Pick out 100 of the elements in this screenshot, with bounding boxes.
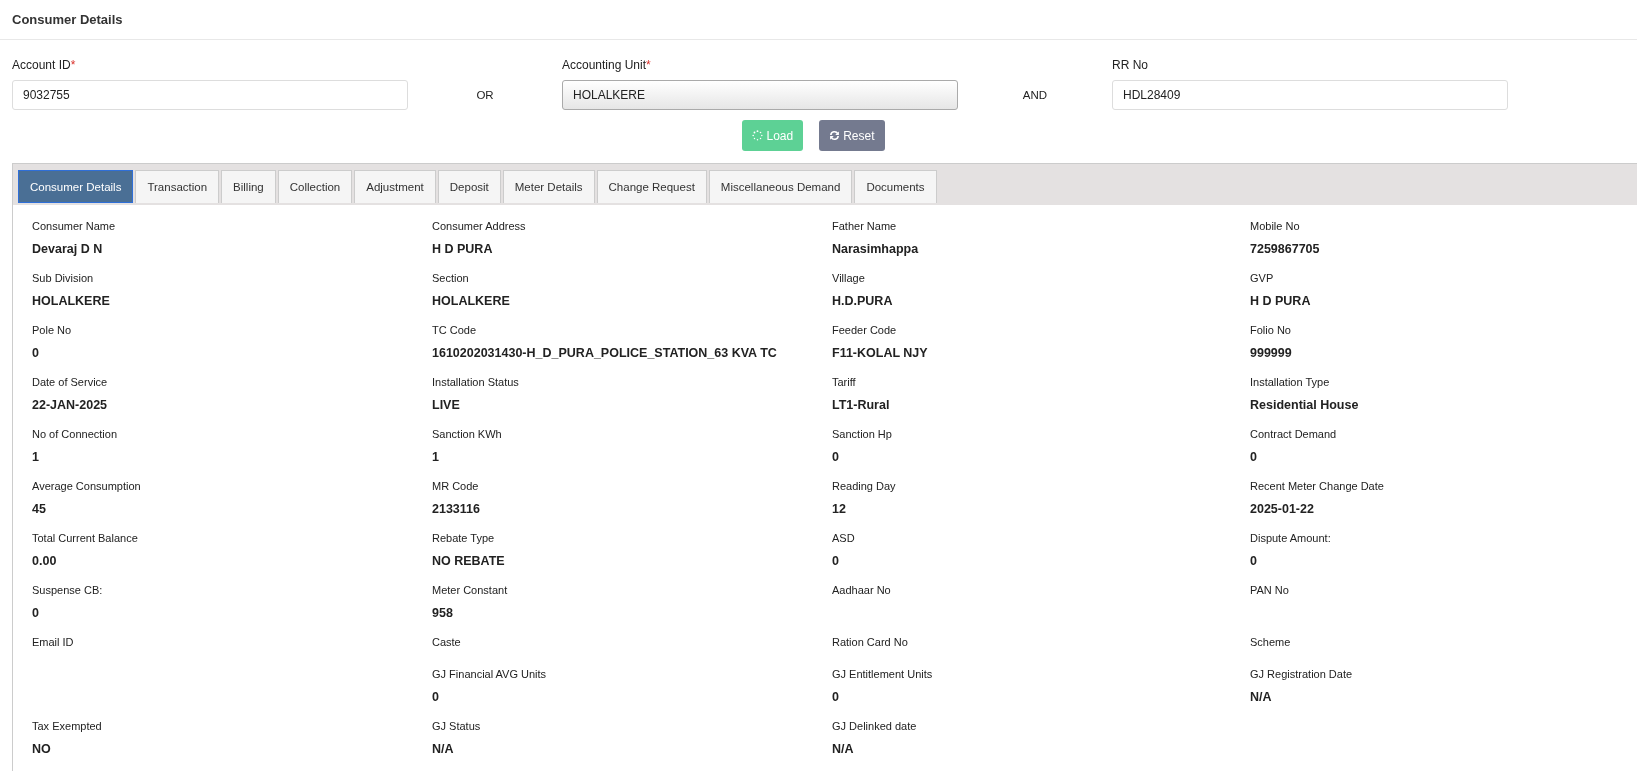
- detail-value: 0: [1250, 449, 1257, 465]
- detail-label: GJ Delinked date: [832, 719, 917, 733]
- tab[interactable]: Transaction: [135, 170, 220, 203]
- or-text: OR: [476, 89, 494, 101]
- detail-label: Email ID: [32, 635, 74, 649]
- detail-value: H D PURA: [1250, 293, 1311, 309]
- detail-label: Tariff: [832, 375, 856, 389]
- detail-value: 0.00: [32, 553, 57, 569]
- detail-value: 999999: [1250, 345, 1292, 361]
- detail-value: NO REBATE: [432, 553, 505, 569]
- tab[interactable]: Collection: [277, 170, 353, 203]
- detail-label: No of Connection: [32, 427, 117, 441]
- detail-value: NO: [32, 741, 51, 757]
- detail-value: 2133116: [432, 501, 480, 517]
- rr-no-field[interactable]: HDL28409: [1112, 80, 1508, 110]
- detail-value: H.D.PURA: [832, 293, 893, 309]
- detail-label: Sub Division: [32, 271, 94, 285]
- detail-label: Recent Meter Change Date: [1250, 479, 1384, 493]
- detail-label: Suspense CB:: [32, 583, 103, 597]
- detail-value: 45: [32, 501, 46, 517]
- account-id-field[interactable]: 9032755: [12, 80, 408, 110]
- tab[interactable]: Meter Details: [502, 170, 595, 203]
- detail-label: Sanction Hp: [832, 427, 892, 441]
- detail-label: Scheme: [1250, 635, 1291, 649]
- reset-button[interactable]: Reset: [819, 120, 885, 151]
- detail-label: Pole No: [32, 323, 72, 337]
- tab[interactable]: Billing: [221, 170, 276, 203]
- tab[interactable]: Adjustment: [354, 170, 436, 203]
- detail-label: GJ Status: [432, 719, 481, 733]
- detail-label: Folio No: [1250, 323, 1291, 337]
- detail-label: Feeder Code: [832, 323, 897, 337]
- detail-value: 0: [32, 345, 39, 361]
- detail-value: Residential House: [1250, 397, 1359, 413]
- detail-label: GJ Entitlement Units: [832, 667, 933, 681]
- detail-value: LT1-Rural: [832, 397, 890, 413]
- detail-value: Devaraj D N: [32, 241, 103, 257]
- detail-value: N/A: [432, 741, 454, 757]
- page-title: Consumer Details: [12, 12, 123, 27]
- field-label: Account ID*: [12, 58, 76, 72]
- detail-label: Sanction KWh: [432, 427, 502, 441]
- detail-value: N/A: [1250, 689, 1272, 705]
- detail-label: Installation Status: [432, 375, 519, 389]
- tab[interactable]: Documents: [854, 170, 937, 203]
- required-mark: *: [70, 58, 76, 72]
- spinner-icon: [752, 130, 764, 141]
- tab[interactable]: Consumer Details: [18, 170, 134, 203]
- detail-label: Rebate Type: [432, 531, 495, 545]
- detail-value: 22-JAN-2025: [32, 397, 108, 413]
- detail-label: Average Consumption: [32, 479, 141, 493]
- detail-label: Installation Type: [1250, 375, 1330, 389]
- accounting-unit-select[interactable]: HOLALKERE: [562, 80, 958, 110]
- required-mark: *: [646, 58, 651, 72]
- detail-label: ASD: [832, 531, 855, 545]
- field-label: Accounting Unit*: [562, 58, 651, 72]
- detail-label: GJ Financial AVG Units: [432, 667, 547, 681]
- and-text: AND: [1022, 89, 1048, 101]
- detail-value: 7259867705: [1250, 241, 1320, 257]
- detail-label: Ration Card No: [832, 635, 908, 649]
- detail-value: Narasimhappa: [832, 241, 919, 257]
- detail-value: LIVE: [432, 397, 460, 413]
- tab[interactable]: Deposit: [437, 170, 501, 203]
- detail-label: GVP: [1250, 271, 1274, 285]
- detail-label: Reading Day: [832, 479, 896, 493]
- detail-value: H D PURA: [432, 241, 493, 257]
- detail-label: TC Code: [432, 323, 477, 337]
- detail-value: 0: [832, 553, 839, 569]
- refresh-icon: [829, 130, 841, 141]
- detail-value: 1: [32, 449, 39, 465]
- detail-value: 0: [832, 689, 839, 705]
- detail-value: 0: [832, 449, 839, 465]
- detail-label: Contract Demand: [1250, 427, 1337, 441]
- detail-label: Tax Exempted: [32, 719, 102, 733]
- tab[interactable]: Change Request: [596, 170, 707, 203]
- detail-value: F11-KOLAL NJY: [832, 345, 928, 361]
- detail-value: 0: [32, 605, 39, 621]
- detail-label: Consumer Name: [32, 219, 116, 233]
- detail-label: Date of Service: [32, 375, 108, 389]
- detail-label: Caste: [432, 635, 461, 649]
- detail-label: Father Name: [832, 219, 897, 233]
- detail-label: Consumer Address: [432, 219, 526, 233]
- detail-label: Village: [832, 271, 865, 285]
- detail-value: 0: [1250, 553, 1257, 569]
- detail-value: HOLALKERE: [432, 293, 510, 309]
- detail-value: N/A: [832, 741, 854, 757]
- detail-label: Mobile No: [1250, 219, 1300, 233]
- detail-label: MR Code: [432, 479, 479, 493]
- detail-value: HOLALKERE: [32, 293, 110, 309]
- detail-label: Total Current Balance: [32, 531, 138, 545]
- detail-label: GJ Registration Date: [1250, 667, 1353, 681]
- field-label: RR No: [1112, 58, 1148, 72]
- tab[interactable]: Miscellaneous Demand: [708, 170, 853, 203]
- detail-value: 958: [432, 605, 453, 621]
- detail-label: Section: [432, 271, 469, 285]
- detail-value: 1: [432, 449, 439, 465]
- detail-value: 2025-01-22: [1250, 501, 1314, 517]
- detail-label: Meter Constant: [432, 583, 508, 597]
- detail-value: 12: [832, 501, 846, 517]
- detail-value: 0: [432, 689, 439, 705]
- detail-label: Aadhaar No: [832, 583, 891, 597]
- detail-value: 1610202031430-H_D_PURA_POLICE_STATION_63 KVA TC: [432, 345, 777, 361]
